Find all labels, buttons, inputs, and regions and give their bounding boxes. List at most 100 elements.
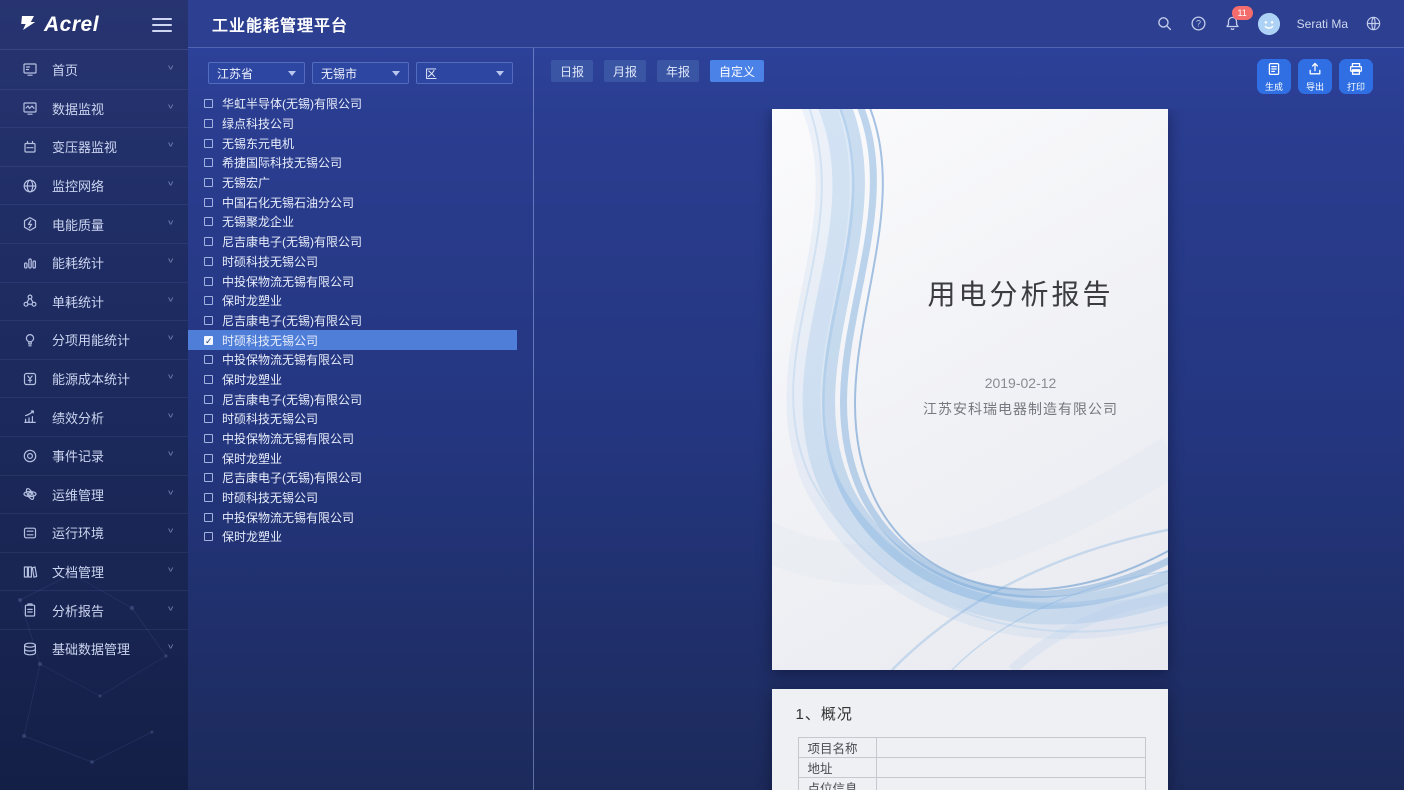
company-checkbox[interactable] xyxy=(204,277,213,286)
sidebar-item-energy-cost[interactable]: 能源成本统计 ᵛ xyxy=(0,359,188,398)
sidebar-item-document-management[interactable]: 文档管理 ᵛ xyxy=(0,552,188,591)
chevron-down-icon: ᵛ xyxy=(168,566,173,577)
power-quality-icon xyxy=(22,216,39,233)
sidebar-item-base-data[interactable]: 基础数据管理 ᵛ xyxy=(0,629,188,668)
company-list-item[interactable]: 尼吉康电子(无锡)有限公司 xyxy=(188,311,517,331)
company-checkbox[interactable] xyxy=(204,375,213,384)
report-action-button[interactable]: 生成 xyxy=(1257,59,1291,94)
company-checkbox[interactable] xyxy=(204,257,213,266)
sidebar-item-network-monitor[interactable]: 监控网络 ᵛ xyxy=(0,166,188,205)
company-list-item[interactable]: 华虹半导体(无锡)有限公司 xyxy=(188,94,517,114)
company-list-item[interactable]: 保时龙塑业 xyxy=(188,527,517,547)
company-list-item[interactable]: 时硕科技无锡公司 xyxy=(188,252,517,272)
data-monitor-icon xyxy=(22,100,39,117)
chevron-down-icon: ᵛ xyxy=(168,373,173,384)
report-overview-page: 1、概况 项目名称 地址 点位信息 xyxy=(772,689,1168,790)
region-select[interactable]: 江苏省 xyxy=(208,62,305,84)
sidebar-item-analysis-report[interactable]: 分析报告 ᵛ xyxy=(0,590,188,629)
menu-collapse-icon[interactable] xyxy=(152,18,172,32)
chevron-down-icon: ᵛ xyxy=(168,412,173,423)
company-list-item[interactable]: 中国石化无锡石油分公司 xyxy=(188,192,517,212)
sidebar-item-unit-consumption[interactable]: 单耗统计 ᵛ xyxy=(0,282,188,321)
sidebar-item-runtime-env[interactable]: 运行环境 ᵛ xyxy=(0,513,188,552)
sidebar-item-energy-stats[interactable]: 能耗统计 ᵛ xyxy=(0,243,188,282)
company-list-item[interactable]: 中投保物流无锡有限公司 xyxy=(188,429,517,449)
company-list-item[interactable]: 保时龙塑业 xyxy=(188,370,517,390)
company-checkbox[interactable] xyxy=(204,178,213,187)
company-list-item[interactable]: 中投保物流无锡有限公司 xyxy=(188,350,517,370)
chevron-down-icon: ᵛ xyxy=(168,180,173,191)
report-cover-page: 用电分析报告 2019-02-12 江苏安科瑞电器制造有限公司 xyxy=(772,109,1168,670)
report-action-button[interactable]: 导出 xyxy=(1298,59,1332,94)
company-list-item[interactable]: 时硕科技无锡公司 xyxy=(188,488,517,508)
company-checkbox[interactable] xyxy=(204,493,213,502)
sidebar-item-ops-management[interactable]: 运维管理 ᵛ xyxy=(0,475,188,514)
company-list-item[interactable]: 无锡聚龙企业 xyxy=(188,212,517,232)
company-checkbox[interactable]: ✓ xyxy=(204,336,213,345)
network-monitor-icon xyxy=(22,177,39,194)
chevron-down-icon xyxy=(496,71,504,76)
sidebar-item-event-log[interactable]: 事件记录 ᵛ xyxy=(0,436,188,475)
company-list-item[interactable]: 绿点科技公司 xyxy=(188,114,517,134)
sidebar-item-power-quality[interactable]: 电能质量 ᵛ xyxy=(0,204,188,243)
report-action-button[interactable]: 打印 xyxy=(1339,59,1373,94)
search-icon[interactable] xyxy=(1156,15,1173,32)
company-checkbox[interactable] xyxy=(204,355,213,364)
report-period-tab[interactable]: 日报 xyxy=(551,60,593,82)
chevron-down-icon: ᵛ xyxy=(168,527,173,538)
sidebar-item-performance-analysis[interactable]: 绩效分析 ᵛ xyxy=(0,397,188,436)
company-checkbox[interactable] xyxy=(204,316,213,325)
company-list-item[interactable]: ✓ 时硕科技无锡公司 xyxy=(188,330,517,350)
company-checkbox[interactable] xyxy=(204,434,213,443)
company-list-item[interactable]: 无锡东元电机 xyxy=(188,133,517,153)
export-icon xyxy=(1307,61,1323,82)
company-list-item[interactable]: 尼吉康电子(无锡)有限公司 xyxy=(188,389,517,409)
chevron-down-icon: ᵛ xyxy=(168,605,173,616)
report-action-buttons: 生成 导出 打印 xyxy=(1257,59,1373,94)
company-list-item[interactable]: 尼吉康电子(无锡)有限公司 xyxy=(188,232,517,252)
sidebar-item-data-monitor[interactable]: 数据监视 ᵛ xyxy=(0,89,188,128)
company-checkbox[interactable] xyxy=(204,532,213,541)
company-checkbox[interactable] xyxy=(204,139,213,148)
sidebar-item-subentry-energy[interactable]: 分项用能统计 ᵛ xyxy=(0,320,188,359)
language-globe-icon[interactable] xyxy=(1365,15,1382,32)
sidebar-header: Acrel xyxy=(0,0,188,50)
chevron-down-icon xyxy=(288,71,296,76)
company-checkbox[interactable] xyxy=(204,454,213,463)
company-checkbox[interactable] xyxy=(204,198,213,207)
sidebar-item-home[interactable]: 首页 ᵛ xyxy=(0,50,188,89)
user-name[interactable]: Serati Ma xyxy=(1297,17,1348,31)
region-select[interactable]: 无锡市 xyxy=(312,62,409,84)
report-period-tab[interactable]: 年报 xyxy=(657,60,699,82)
report-date: 2019-02-12 xyxy=(874,375,1168,391)
notifications-bell[interactable]: 11 xyxy=(1224,15,1241,32)
company-list-item[interactable]: 保时龙塑业 xyxy=(188,448,517,468)
company-checkbox[interactable] xyxy=(204,473,213,482)
help-icon[interactable]: ? xyxy=(1190,15,1207,32)
avatar[interactable] xyxy=(1258,13,1280,35)
company-list-item[interactable]: 中投保物流无锡有限公司 xyxy=(188,507,517,527)
company-checkbox[interactable] xyxy=(204,237,213,246)
company-checkbox[interactable] xyxy=(204,395,213,404)
company-list-item[interactable]: 无锡宏广 xyxy=(188,173,517,193)
company-checkbox[interactable] xyxy=(204,296,213,305)
company-checkbox[interactable] xyxy=(204,513,213,522)
report-period-tab[interactable]: 月报 xyxy=(604,60,646,82)
company-list-item[interactable]: 中投保物流无锡有限公司 xyxy=(188,271,517,291)
company-checkbox[interactable] xyxy=(204,158,213,167)
company-checkbox[interactable] xyxy=(204,217,213,226)
company-list-item[interactable]: 尼吉康电子(无锡)有限公司 xyxy=(188,468,517,488)
company-list-item[interactable]: 时硕科技无锡公司 xyxy=(188,409,517,429)
overview-table: 项目名称 地址 点位信息 xyxy=(798,737,1146,790)
company-list-item[interactable]: 保时龙塑业 xyxy=(188,291,517,311)
region-select[interactable]: 区 xyxy=(416,62,513,84)
company-checkbox[interactable] xyxy=(204,414,213,423)
acrel-logo-icon xyxy=(18,13,38,37)
page-title: 工业能耗管理平台 xyxy=(188,12,348,36)
print-icon xyxy=(1348,61,1364,82)
company-list-item[interactable]: 希捷国际科技无锡公司 xyxy=(188,153,517,173)
sidebar-item-transformer-monitor[interactable]: 变压器监视 ᵛ xyxy=(0,127,188,166)
report-period-tab[interactable]: 自定义 xyxy=(710,60,764,82)
company-checkbox[interactable] xyxy=(204,99,213,108)
company-checkbox[interactable] xyxy=(204,119,213,128)
